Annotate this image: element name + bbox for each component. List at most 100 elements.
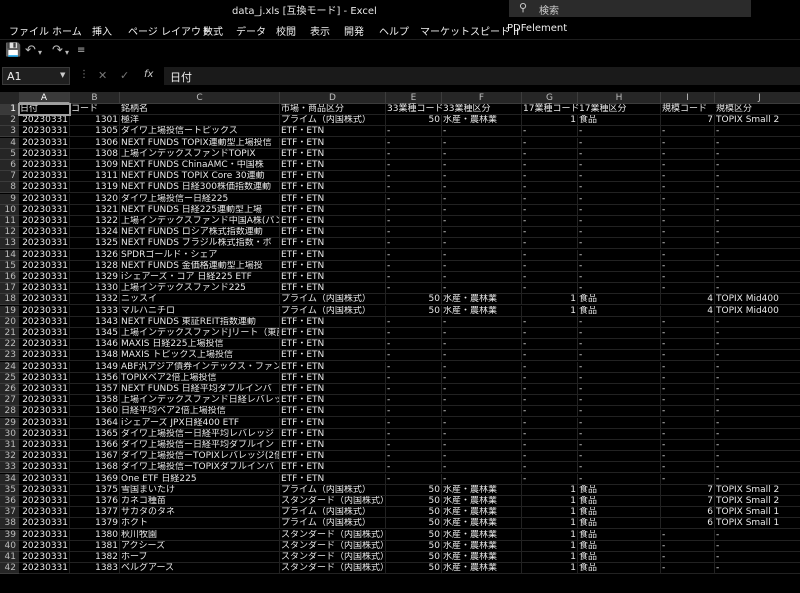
table-cell[interactable]: 20230331 bbox=[19, 395, 70, 407]
table-cell[interactable]: - bbox=[522, 395, 578, 407]
table-cell[interactable]: 1 bbox=[522, 552, 578, 563]
table-cell[interactable]: 1324 bbox=[70, 227, 120, 239]
table-cell[interactable]: - bbox=[386, 316, 442, 328]
table-cell[interactable]: - bbox=[661, 361, 715, 373]
table-cell[interactable]: - bbox=[715, 451, 800, 463]
table-cell[interactable]: - bbox=[442, 182, 522, 194]
table-cell[interactable]: NEXT FUNDS 日経300株価指数連動 bbox=[120, 182, 280, 194]
table-cell[interactable]: 20230331 bbox=[19, 473, 70, 485]
cancel-icon[interactable]: ✕ bbox=[98, 69, 107, 82]
table-cell[interactable]: - bbox=[522, 126, 578, 138]
table-cell[interactable]: - bbox=[578, 350, 661, 362]
table-cell[interactable]: - bbox=[578, 395, 661, 407]
insert-function-button[interactable]: fx bbox=[144, 69, 153, 80]
table-cell[interactable]: - bbox=[442, 395, 522, 407]
row-header[interactable]: 14 bbox=[0, 249, 19, 261]
table-cell[interactable]: - bbox=[442, 428, 522, 440]
table-cell[interactable]: ETF・ETN bbox=[280, 283, 386, 295]
table-cell[interactable]: 7 bbox=[661, 115, 715, 127]
table-cell[interactable]: 1322 bbox=[70, 216, 120, 227]
table-cell[interactable]: 20230331 bbox=[19, 350, 70, 362]
table-cell[interactable]: NEXT FUNDS 金価格連動型上場投 bbox=[120, 260, 280, 272]
table-cell[interactable]: 1 bbox=[522, 529, 578, 541]
table-cell[interactable]: - bbox=[715, 474, 800, 485]
table-cell[interactable]: ETF・ETN bbox=[280, 171, 386, 183]
table-cell[interactable]: - bbox=[386, 272, 442, 283]
table-cell[interactable]: ETF・ETN bbox=[280, 406, 386, 418]
row-header[interactable]: 18 bbox=[0, 294, 19, 306]
table-cell[interactable]: - bbox=[715, 160, 800, 171]
table-cell[interactable]: - bbox=[715, 552, 800, 563]
spreadsheet-grid[interactable]: A B C D E F G H I J 1 日付 コード 銘柄名 市場・商品区分 33業種コード 33業種区分 1… bbox=[0, 92, 800, 593]
table-cell[interactable]: - bbox=[386, 193, 442, 205]
table-cell[interactable]: - bbox=[715, 541, 800, 552]
search-box[interactable]: ⚲ 検索 bbox=[509, 0, 751, 17]
table-cell[interactable]: プライム（内国株式） bbox=[280, 484, 386, 496]
row-header[interactable]: 13 bbox=[0, 238, 19, 250]
table-cell[interactable]: - bbox=[661, 227, 715, 239]
table-cell[interactable]: 20230331 bbox=[19, 115, 70, 127]
row-header[interactable]: 36 bbox=[0, 496, 19, 507]
table-cell[interactable]: 20230331 bbox=[19, 484, 70, 496]
row-header[interactable]: 29 bbox=[0, 417, 19, 429]
table-cell[interactable]: 1 bbox=[522, 507, 578, 519]
redo-icon[interactable]: ↷ bbox=[52, 43, 63, 58]
table-cell[interactable]: - bbox=[715, 250, 800, 261]
table-cell[interactable]: ETF・ETN bbox=[280, 395, 386, 407]
table-cell[interactable]: - bbox=[522, 328, 578, 339]
table-cell[interactable]: 1364 bbox=[70, 417, 120, 429]
header-cell[interactable]: コード bbox=[70, 104, 120, 115]
table-cell[interactable]: - bbox=[442, 238, 522, 250]
table-cell[interactable]: - bbox=[661, 563, 715, 575]
table-cell[interactable]: - bbox=[661, 384, 715, 395]
table-cell[interactable]: - bbox=[715, 462, 800, 474]
table-cell[interactable]: プライム（内国株式） bbox=[280, 507, 386, 519]
column-header-c[interactable]: C bbox=[120, 92, 280, 104]
table-cell[interactable]: 水産・農林業 bbox=[442, 518, 522, 530]
table-cell[interactable]: ダイワ上場投信ートピックス bbox=[120, 126, 280, 138]
table-cell[interactable]: 1321 bbox=[70, 204, 120, 216]
table-cell[interactable]: NEXT FUNDS TOPIX Core 30連動 bbox=[120, 171, 280, 183]
table-cell[interactable]: 6 bbox=[661, 518, 715, 530]
table-cell[interactable]: - bbox=[386, 361, 442, 373]
table-cell[interactable]: - bbox=[522, 238, 578, 250]
table-cell[interactable]: - bbox=[578, 272, 661, 283]
table-cell[interactable]: - bbox=[386, 473, 442, 485]
table-cell[interactable]: - bbox=[442, 283, 522, 295]
table-cell[interactable]: 1383 bbox=[70, 563, 120, 575]
table-cell[interactable]: - bbox=[386, 372, 442, 384]
table-cell[interactable]: ETF・ETN bbox=[280, 249, 386, 261]
table-cell[interactable]: 水産・農林業 bbox=[442, 484, 522, 496]
table-cell[interactable]: - bbox=[386, 384, 442, 395]
table-cell[interactable]: - bbox=[715, 563, 800, 575]
table-cell[interactable]: 食品 bbox=[578, 540, 661, 552]
table-cell[interactable]: - bbox=[578, 283, 661, 295]
table-cell[interactable]: 食品 bbox=[578, 294, 661, 306]
row-header[interactable]: 17 bbox=[0, 283, 19, 295]
table-cell[interactable]: - bbox=[386, 328, 442, 339]
table-cell[interactable]: - bbox=[386, 260, 442, 272]
table-cell[interactable]: 20230331 bbox=[19, 216, 70, 227]
table-cell[interactable]: NEXT FUNDS ロシア株式指数連動 bbox=[120, 227, 280, 239]
table-cell[interactable]: ETF・ETN bbox=[280, 328, 386, 339]
table-cell[interactable]: 上場インデックスファンドJリート（東証R bbox=[120, 328, 280, 339]
table-cell[interactable]: - bbox=[715, 395, 800, 407]
table-cell[interactable]: - bbox=[578, 171, 661, 183]
table-cell[interactable]: 20230331 bbox=[19, 272, 70, 283]
table-cell[interactable]: 50 bbox=[386, 552, 442, 563]
row-header[interactable]: 31 bbox=[0, 440, 19, 451]
row-header[interactable]: 15 bbox=[0, 260, 19, 272]
tab-11[interactable]: PDFelement bbox=[507, 23, 567, 34]
row-header[interactable]: 39 bbox=[0, 529, 19, 541]
customize-toolbar-icon[interactable]: ≡ bbox=[77, 45, 85, 56]
table-cell[interactable]: - bbox=[661, 204, 715, 216]
table-cell[interactable]: 20230331 bbox=[19, 451, 70, 463]
table-cell[interactable]: 1311 bbox=[70, 171, 120, 183]
row-header[interactable]: 32 bbox=[0, 451, 19, 463]
table-cell[interactable]: SPDRゴールド・シェア bbox=[120, 249, 280, 261]
table-cell[interactable]: プライム（内国株式） bbox=[280, 115, 386, 127]
table-cell[interactable]: - bbox=[578, 451, 661, 463]
table-cell[interactable]: - bbox=[715, 339, 800, 351]
tab-6[interactable]: 校閲 bbox=[276, 23, 296, 38]
table-cell[interactable]: スタンダード（内国株式） bbox=[280, 540, 386, 552]
